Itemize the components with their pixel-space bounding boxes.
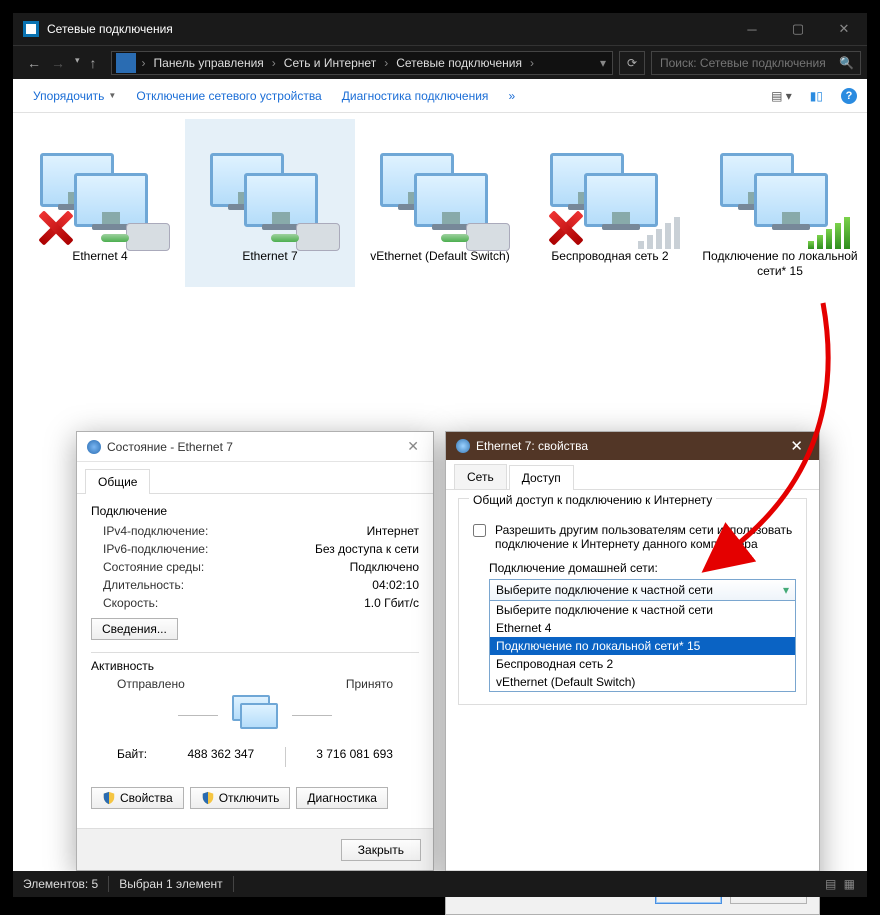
- close-button[interactable]: ✕: [784, 434, 809, 458]
- item-label: Подключение по локальной сети* 15: [697, 249, 863, 279]
- breadcrumb[interactable]: Сеть и Интернет: [278, 52, 382, 74]
- search-input[interactable]: [658, 55, 839, 71]
- up-button[interactable]: ↑: [90, 55, 97, 71]
- shield-icon: [102, 791, 116, 805]
- connection-item-vethernet[interactable]: vEthernet (Default Switch): [355, 119, 525, 287]
- item-label: Ethernet 7: [187, 249, 353, 264]
- connection-item-ethernet7[interactable]: Ethernet 7: [185, 119, 355, 287]
- dropdown-option[interactable]: Ethernet 4: [490, 619, 795, 637]
- minimize-button[interactable]: ─: [729, 13, 775, 45]
- ethernet-plug-icon: [296, 223, 340, 251]
- dialog-title: Ethernet 7: свойства: [476, 439, 588, 453]
- dropdown-option[interactable]: Беспроводная сеть 2: [490, 655, 795, 673]
- properties-button[interactable]: Свойства: [91, 787, 184, 809]
- window-title: Сетевые подключения: [47, 22, 729, 36]
- recent-button[interactable]: ▾: [75, 55, 80, 71]
- bytes-sent: 488 362 347: [188, 747, 255, 767]
- chevron-down-icon: ▾: [783, 583, 789, 597]
- dialog-title: Состояние - Ethernet 7: [107, 440, 233, 454]
- ethernet-plug-icon: [126, 223, 170, 251]
- content-area: Ethernet 4 Ethernet 7 vEthernet (Default…: [13, 113, 867, 871]
- home-network-select[interactable]: Выберите подключение к частной сети▾: [489, 579, 796, 601]
- disable-button[interactable]: Отключить: [190, 787, 291, 809]
- ethernet-plug-icon: [466, 223, 510, 251]
- breadcrumb[interactable]: Панель управления: [148, 52, 270, 74]
- forward-button[interactable]: →: [51, 55, 65, 71]
- ics-group: Общий доступ к подключению к Интернету Р…: [458, 498, 807, 705]
- wifi-bars-icon: [638, 217, 680, 249]
- maximize-button[interactable]: ▢: [775, 13, 821, 45]
- dropdown-option-selected[interactable]: Подключение по локальной сети* 15: [490, 637, 795, 655]
- connection-item-ethernet4[interactable]: Ethernet 4: [15, 119, 185, 287]
- section-connection: Подключение: [77, 494, 433, 522]
- dropdown-option[interactable]: vEthernet (Default Switch): [490, 673, 795, 691]
- toolbar: Упорядочить▼ Отключение сетевого устройс…: [13, 79, 867, 113]
- dropdown-option[interactable]: Выберите подключение к частной сети: [490, 601, 795, 619]
- search-icon[interactable]: 🔍: [839, 56, 854, 70]
- back-button[interactable]: ←: [27, 55, 41, 71]
- tab-general[interactable]: Общие: [85, 469, 150, 494]
- tab-network[interactable]: Сеть: [454, 464, 507, 489]
- address-bar[interactable]: › Панель управления › Сеть и Интернет › …: [111, 51, 613, 75]
- address-dropdown[interactable]: ▾: [594, 56, 612, 70]
- network-icon: [87, 440, 101, 454]
- tab-access[interactable]: Доступ: [509, 465, 574, 490]
- organize-menu[interactable]: Упорядочить▼: [23, 89, 126, 103]
- status-selection: Выбран 1 элемент: [119, 877, 222, 891]
- activity-icon: [232, 695, 278, 735]
- close-dialog-button[interactable]: Закрыть: [341, 839, 421, 861]
- connection-item-wireless2[interactable]: Беспроводная сеть 2: [525, 119, 695, 287]
- section-activity: Активность: [77, 659, 433, 677]
- item-label: vEthernet (Default Switch): [357, 249, 523, 264]
- breadcrumb[interactable]: Сетевые подключения: [390, 52, 528, 74]
- view-layout-button[interactable]: ▤ ▾: [771, 89, 792, 103]
- close-button[interactable]: ✕: [821, 13, 867, 45]
- details-button[interactable]: Сведения...: [91, 618, 178, 640]
- shield-icon: [201, 791, 215, 805]
- preview-pane-button[interactable]: ▮▯: [810, 89, 823, 103]
- status-bar: Элементов: 5 Выбран 1 элемент ▤ ▦: [13, 871, 867, 897]
- disconnected-icon: [34, 207, 76, 249]
- diagnose-button[interactable]: Диагностика: [296, 787, 388, 809]
- refresh-button[interactable]: ⟳: [619, 51, 645, 75]
- home-network-dropdown[interactable]: Выберите подключение к частной сети Ethe…: [489, 600, 796, 692]
- help-icon[interactable]: ?: [841, 88, 857, 104]
- close-button[interactable]: ✕: [403, 434, 423, 459]
- properties-dialog: Ethernet 7: свойства ✕ Сеть Доступ Общий…: [445, 431, 820, 915]
- allow-sharing-checkbox[interactable]: Разрешить другим пользователям сети испо…: [469, 521, 796, 553]
- item-label: Беспроводная сеть 2: [527, 249, 693, 264]
- item-label: Ethernet 4: [17, 249, 183, 264]
- location-icon: [116, 53, 136, 73]
- connection-item-local15[interactable]: Подключение по локальной сети* 15: [695, 119, 865, 287]
- status-dialog: Состояние - Ethernet 7 ✕ Общие Подключен…: [76, 431, 434, 871]
- nav-bar: ← → ▾ ↑ › Панель управления › Сеть и Инт…: [13, 45, 867, 79]
- title-bar: Сетевые подключения ─ ▢ ✕: [13, 13, 867, 45]
- disconnected-icon: [544, 207, 586, 249]
- network-icon: [456, 439, 470, 453]
- home-network-label: Подключение домашней сети:: [469, 553, 796, 579]
- disable-device-button[interactable]: Отключение сетевого устройства: [126, 89, 331, 103]
- view-mode-icons[interactable]: ▤ ▦: [825, 877, 857, 891]
- wifi-bars-icon: [808, 217, 850, 249]
- app-icon: [23, 21, 39, 37]
- overflow-button[interactable]: »: [498, 89, 525, 103]
- bytes-received: 3 716 081 693: [316, 747, 393, 767]
- diagnose-button[interactable]: Диагностика подключения: [332, 89, 499, 103]
- status-item-count: Элементов: 5: [23, 877, 98, 891]
- search-box[interactable]: 🔍: [651, 51, 861, 75]
